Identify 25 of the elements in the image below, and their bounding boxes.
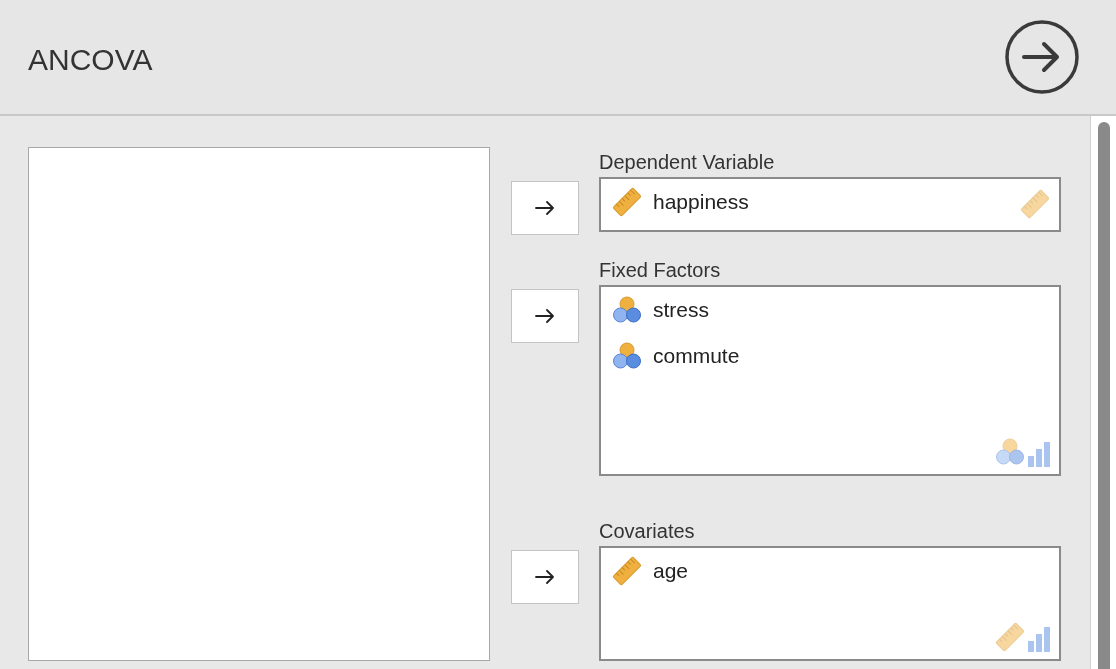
target-list[interactable]: age [599, 546, 1061, 661]
circles-type-hint-icon [994, 436, 1026, 468]
circles-variable-type-icon [611, 294, 643, 326]
target-label: Fixed Factors [599, 258, 722, 283]
right-arrow-icon [535, 309, 555, 323]
right-arrow-icon [535, 201, 555, 215]
analysis-title: ANCOVA [28, 41, 153, 78]
target-list[interactable]: stress commute [599, 285, 1061, 476]
move-button[interactable] [511, 181, 579, 235]
bars-type-hint-icon [1027, 625, 1051, 653]
right-arrow-icon [535, 570, 555, 584]
target-list[interactable]: happiness [599, 177, 1061, 232]
circles-variable-type-icon [611, 340, 643, 372]
bars-type-hint-icon [1027, 440, 1051, 468]
target-label: Covariates [599, 519, 696, 544]
target-label: Dependent Variable [599, 150, 776, 175]
scrollbar[interactable] [1090, 116, 1116, 669]
variable-item[interactable]: stress [653, 294, 709, 326]
move-button[interactable] [511, 550, 579, 604]
variable-item[interactable]: commute [653, 340, 740, 372]
variable-item[interactable]: age [653, 555, 689, 587]
variable-list[interactable] [28, 147, 490, 661]
scrollbar-thumb[interactable] [1097, 122, 1110, 669]
variable-item[interactable]: happiness [653, 186, 749, 218]
move-button[interactable] [511, 289, 579, 343]
